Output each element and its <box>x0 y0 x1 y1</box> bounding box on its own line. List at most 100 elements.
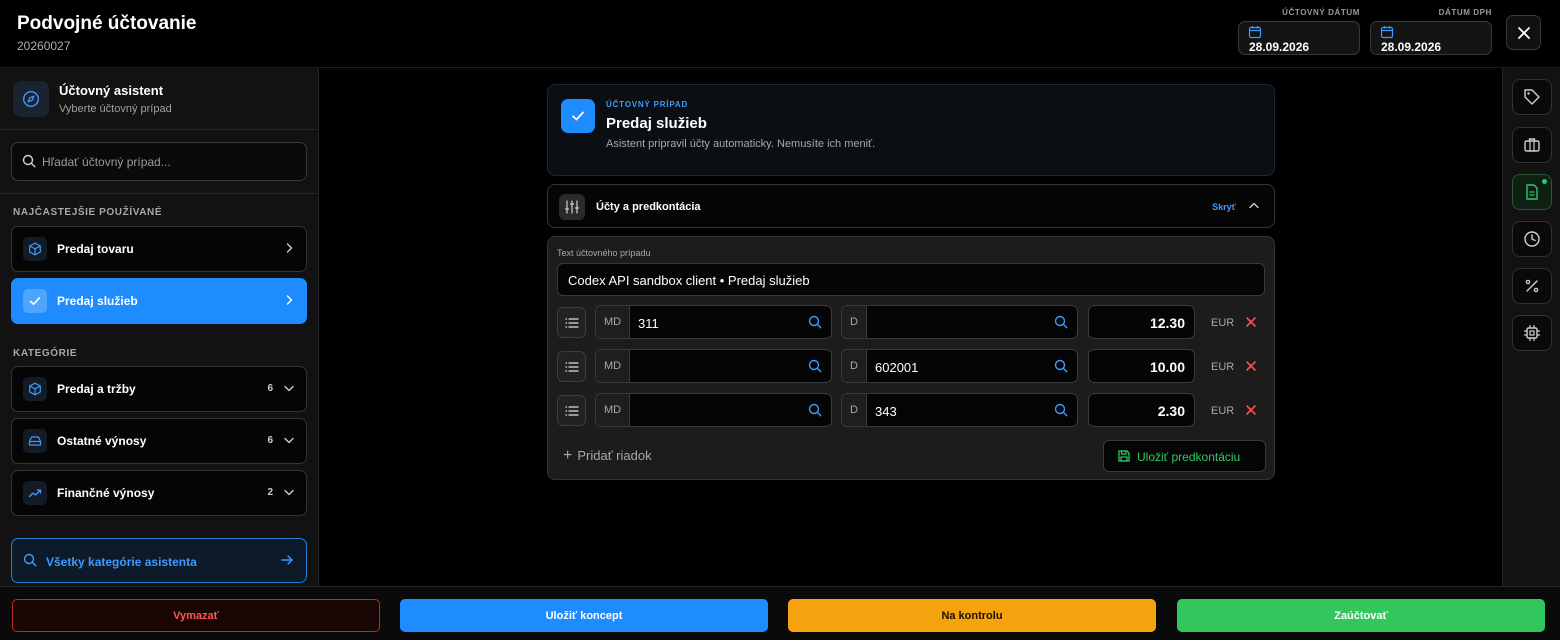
send-to-review-button[interactable]: Na kontrolu <box>788 599 1156 632</box>
chip-icon <box>1523 324 1541 342</box>
frequent-item-predaj-sluzieb[interactable]: Predaj služieb <box>11 278 307 324</box>
md-label: MD <box>596 306 630 338</box>
assistant-title: Účtovný asistent <box>59 83 164 98</box>
row-menu-button[interactable] <box>557 351 586 382</box>
save-template-button[interactable]: Uložiť predkontáciu <box>1103 440 1266 472</box>
search-icon <box>23 553 37 567</box>
md-account-field[interactable]: MD <box>595 349 832 383</box>
chevron-up-icon[interactable] <box>1248 200 1260 212</box>
search-icon[interactable] <box>1054 315 1068 329</box>
accounting-date-field[interactable]: 28.09.2026 <box>1238 21 1360 55</box>
case-text-value: Codex API sandbox client • Predaj služie… <box>568 273 810 288</box>
md-account-field[interactable]: MD <box>595 393 832 427</box>
accounting-date-value: 28.09.2026 <box>1249 40 1310 54</box>
amount-field[interactable]: 12.30 <box>1088 305 1195 339</box>
currency-label: EUR <box>1211 361 1235 373</box>
tags-button[interactable] <box>1512 79 1552 115</box>
close-icon <box>1517 26 1530 39</box>
history-button[interactable] <box>1512 221 1552 257</box>
hide-accounts-link[interactable]: Skryť <box>1212 202 1236 212</box>
md-account-value: 311 <box>638 316 659 331</box>
right-rail <box>1502 68 1560 586</box>
frequent-item-predaj-tovaru[interactable]: Predaj tovaru <box>11 226 307 272</box>
chevron-down-icon <box>284 385 294 392</box>
category-financne-vynosy[interactable]: Finančné výnosy 2 <box>11 470 307 516</box>
post-button[interactable]: Zaúčtovať <box>1177 599 1545 632</box>
plus-icon: + <box>563 447 573 464</box>
arrow-right-icon <box>281 555 293 565</box>
md-label: MD <box>596 350 630 382</box>
d-label: D <box>842 350 867 382</box>
frequent-item-label: Predaj služieb <box>57 294 138 308</box>
list-icon <box>564 317 579 328</box>
document-number: 20260027 <box>17 39 71 53</box>
status-dot <box>1542 179 1547 184</box>
row-menu-button[interactable] <box>557 395 586 426</box>
delete-button[interactable]: Vymazať <box>12 599 380 632</box>
tag-icon <box>1524 89 1540 105</box>
chip-button[interactable] <box>1512 315 1552 351</box>
accounts-section-header[interactable]: Účty a predkontácia Skryť <box>547 184 1275 228</box>
d-account-field[interactable]: D <box>841 305 1078 339</box>
page-title: Podvojné účtovanie <box>17 13 197 34</box>
amount-value: 10.00 <box>1149 359 1185 375</box>
search-input[interactable] <box>42 151 292 173</box>
briefcase-icon <box>1524 138 1540 152</box>
category-count: 6 <box>267 383 273 394</box>
category-count: 6 <box>267 435 273 446</box>
case-description: Asistent pripravil účty automaticky. Nem… <box>606 138 876 150</box>
search-icon[interactable] <box>808 403 822 417</box>
case-title: Predaj služieb <box>606 115 707 132</box>
percent-button[interactable] <box>1512 268 1552 304</box>
action-footer: Vymazať Uložiť koncept Na kontrolu Zaúčt… <box>0 586 1560 640</box>
md-label: MD <box>596 394 630 426</box>
amount-value: 2.30 <box>1157 403 1185 419</box>
clock-icon <box>1524 231 1540 247</box>
categories-section-label: KATEGÓRIE <box>13 348 78 359</box>
vat-date-field[interactable]: 28.09.2026 <box>1370 21 1492 55</box>
delete-row-icon[interactable] <box>1245 360 1257 372</box>
currency-label: EUR <box>1211 317 1235 329</box>
save-icon <box>1118 450 1130 462</box>
check-icon <box>561 99 595 133</box>
search-icon[interactable] <box>1054 403 1068 417</box>
chevron-right-icon <box>286 243 293 253</box>
briefcase-button[interactable] <box>1512 127 1552 163</box>
amount-field[interactable]: 10.00 <box>1088 349 1195 383</box>
check-icon <box>23 289 47 313</box>
list-icon <box>564 361 579 372</box>
d-account-field[interactable]: D 343 <box>841 393 1078 427</box>
search-icon[interactable] <box>808 359 822 373</box>
d-account-value: 602001 <box>875 360 919 375</box>
search-icon[interactable] <box>1054 359 1068 373</box>
close-button[interactable] <box>1506 15 1541 50</box>
selected-case-card: ÚČTOVNÝ PRÍPAD Predaj služieb Asistent p… <box>547 84 1275 176</box>
chevron-right-icon <box>286 295 293 305</box>
save-draft-button[interactable]: Uložiť koncept <box>400 599 768 632</box>
delete-row-icon[interactable] <box>1245 404 1257 416</box>
amount-field[interactable]: 2.30 <box>1088 393 1195 427</box>
assistant-header: Účtovný asistent Vyberte účtovný prípad <box>0 68 319 130</box>
accounting-date-label: ÚČTOVNÝ DÁTUM <box>1282 8 1360 17</box>
sliders-icon <box>559 194 585 220</box>
percent-icon <box>1525 279 1539 293</box>
chevron-down-icon <box>284 437 294 444</box>
case-tag: ÚČTOVNÝ PRÍPAD <box>606 100 689 109</box>
category-label: Predaj a tržby <box>57 382 136 396</box>
delete-row-icon[interactable] <box>1245 316 1257 328</box>
md-account-field[interactable]: MD 311 <box>595 305 832 339</box>
assistant-sidebar: Účtovný asistent Vyberte účtovný prípad … <box>0 68 319 586</box>
document-icon <box>1526 184 1538 200</box>
document-button[interactable] <box>1512 174 1552 210</box>
all-categories-button[interactable]: Všetky kategórie asistenta <box>11 538 307 583</box>
d-account-field[interactable]: D 602001 <box>841 349 1078 383</box>
case-text-field[interactable]: Codex API sandbox client • Predaj služie… <box>557 263 1265 296</box>
add-row-button[interactable]: + Pridať riadok <box>563 447 652 465</box>
search-icon[interactable] <box>808 315 822 329</box>
all-categories-label: Všetky kategórie asistenta <box>46 555 197 569</box>
category-predaj-a-trzby[interactable]: Predaj a tržby 6 <box>11 366 307 412</box>
d-label: D <box>842 306 867 338</box>
category-ostatne-vynosy[interactable]: Ostatné výnosy 6 <box>11 418 307 464</box>
row-menu-button[interactable] <box>557 307 586 338</box>
category-count: 2 <box>267 487 273 498</box>
